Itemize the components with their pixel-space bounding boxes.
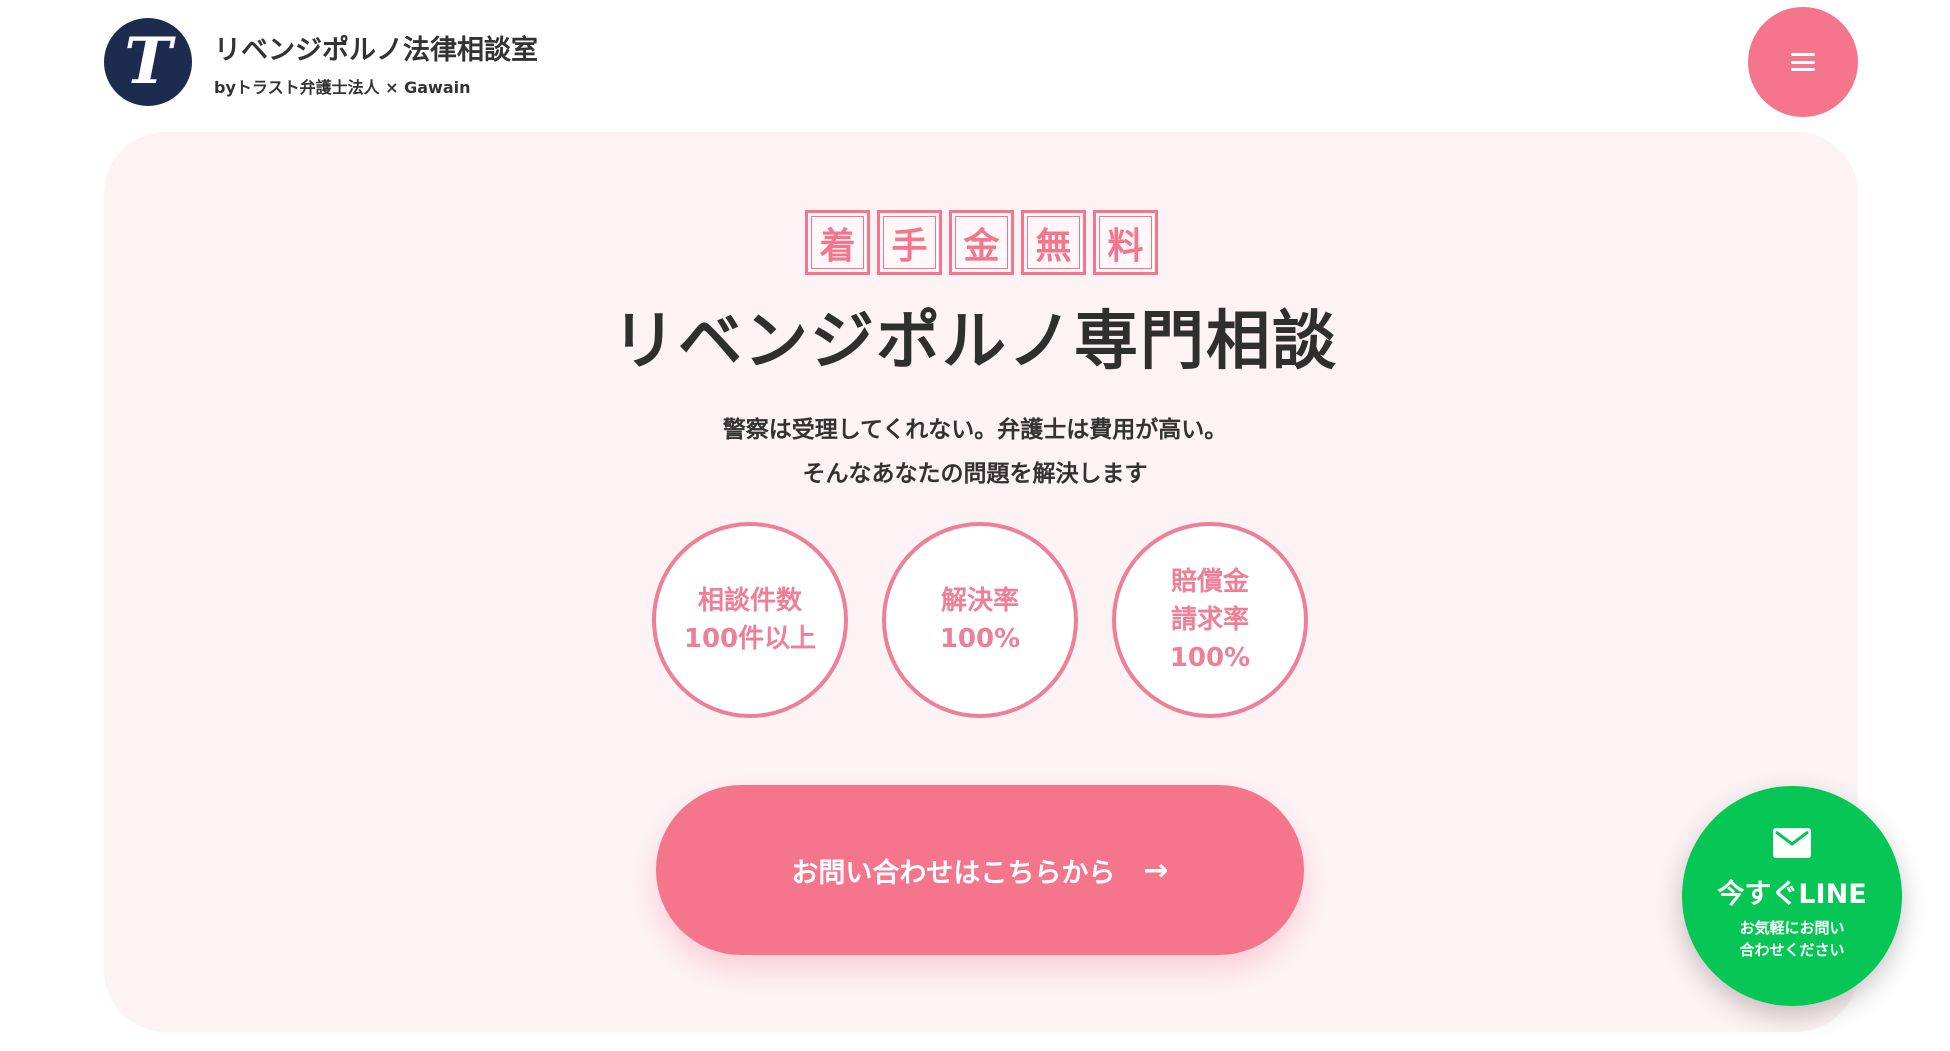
stat-value: 100件以上 xyxy=(683,624,817,654)
badge-char: 料 xyxy=(1093,210,1158,275)
stat-label: 相談件数 xyxy=(697,586,802,616)
site-header: T リベンジポルノ法律相談室 byトラスト弁護士法人 × Gawain xyxy=(0,0,1950,130)
stat-circle-consultations: 相談件数 100件以上 xyxy=(652,522,848,718)
stat-circle-damages-claim-rate: 賠償金 請求率 100% xyxy=(1112,522,1308,718)
site-subtitle: byトラスト弁護士法人 × Gawain xyxy=(214,78,471,97)
stat-value: 100% xyxy=(939,624,1021,654)
line-button-subtext: お気軽にお問い 合わせください xyxy=(1722,917,1862,961)
line-sub-line2: 合わせください xyxy=(1739,941,1845,959)
badge-char: 無 xyxy=(1021,210,1086,275)
stat-label: 請求率 xyxy=(1170,605,1249,635)
badge-char: 手 xyxy=(877,210,942,275)
line-contact-button[interactable]: 今すぐLINE お気軽にお問い 合わせください xyxy=(1682,786,1902,1006)
contact-cta-button[interactable]: お問い合わせはこちらから → xyxy=(656,785,1304,955)
arrow-right-icon: → xyxy=(1143,852,1169,888)
line-button-title: 今すぐLINE xyxy=(1717,879,1867,910)
badge-char: 着 xyxy=(805,210,870,275)
hero-title: リベンジポルノ専門相談 xyxy=(612,305,1338,379)
logo-letter: T xyxy=(124,24,172,99)
site-logo[interactable]: T xyxy=(104,18,192,106)
hamburger-menu-icon xyxy=(1791,53,1815,71)
cta-label: お問い合わせはこちらから xyxy=(791,857,1116,889)
site-title[interactable]: リベンジポルノ法律相談室 xyxy=(214,28,538,67)
mail-icon xyxy=(1773,828,1811,858)
lead-text-line1: 警察は受理してくれない。弁護士は費用が高い。 xyxy=(722,417,1228,443)
stat-value: 100% xyxy=(1169,643,1251,673)
badge-char: 金 xyxy=(949,210,1014,275)
menu-button[interactable] xyxy=(1748,7,1858,117)
line-sub-line1: お気軽にお問い xyxy=(1739,919,1845,937)
lead-text-line2: そんなあなたの問題を解決します xyxy=(802,461,1148,487)
stat-circle-resolution-rate: 解決率 100% xyxy=(882,522,1078,718)
stat-label: 賠償金 xyxy=(1170,567,1249,597)
free-consultation-badges: 着 手 金 無 料 xyxy=(805,210,1158,275)
stat-label: 解決率 xyxy=(940,586,1019,616)
